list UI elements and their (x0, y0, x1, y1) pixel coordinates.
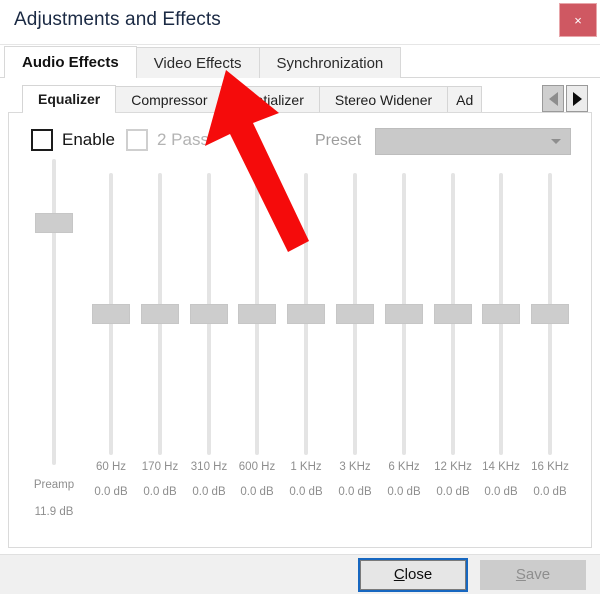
inner-tab-bar: Equalizer Compressor Spatializer Stereo Wid… (8, 84, 592, 113)
band-1-gain-label: 0.0 dB (143, 486, 177, 498)
band-5-gain-label: 0.0 dB (338, 486, 372, 498)
preamp-slider: Preamp 11.9 dB (23, 157, 85, 547)
band-6-slider: 6 KHz 0.0 dB (380, 157, 428, 547)
outer-tab-label: Video Effects (153, 54, 242, 72)
band-2-slider-thumb[interactable] (190, 304, 228, 324)
close-icon: × (574, 12, 582, 28)
inner-tab-label: Equalizer (38, 91, 101, 107)
adjustments-and-effects-dialog: Adjustments and Effects × Audio Effects V… (0, 0, 600, 594)
band-3-gain-label: 0.0 dB (240, 486, 274, 498)
two-pass-checkbox (126, 129, 148, 151)
outer-tab-synchronization[interactable]: Synchronization (258, 47, 402, 78)
save-button-label: Save (515, 566, 551, 583)
content-shell: Equalizer Compressor Spatializer Stereo Wid… (0, 78, 600, 554)
close-window-button[interactable]: × (559, 3, 597, 37)
preset-label: Preset (315, 132, 362, 149)
band-8-slider: 14 KHz 0.0 dB (477, 157, 525, 547)
close-button[interactable]: Close (358, 557, 468, 592)
band-4-gain-label: 0.0 dB (289, 486, 323, 498)
preamp-value-label: 11.9 dB (34, 506, 74, 518)
window-title: Adjustments and Effects (14, 9, 221, 30)
band-1-slider-thumb[interactable] (141, 304, 179, 324)
band-2-slider: 310 Hz 0.0 dB (185, 157, 233, 547)
enable-checkbox-row[interactable]: Enable (31, 129, 115, 151)
band-7-gain-label: 0.0 dB (436, 486, 470, 498)
band-2-freq-label: 310 Hz (190, 461, 228, 473)
band-0-slider-thumb[interactable] (92, 304, 130, 324)
outer-tab-video-effects[interactable]: Video Effects (135, 47, 260, 78)
inner-tab-label: Ad (456, 91, 474, 108)
band-4-freq-label: 1 KHz (290, 461, 322, 473)
inner-tab-label: Spatializer (238, 91, 304, 108)
band-3-slider: 600 Hz 0.0 dB (233, 157, 281, 547)
band-5-slider: 3 KHz 0.0 dB (331, 157, 379, 547)
save-button[interactable]: Save (480, 559, 586, 590)
band-9-gain-label: 0.0 dB (533, 486, 567, 498)
inner-tab-label: Compressor (131, 91, 208, 108)
band-7-slider-thumb[interactable] (434, 304, 472, 324)
band-0-slider: 60 Hz 0.0 dB (87, 157, 135, 547)
title-bar: Adjustments and Effects × (0, 0, 600, 45)
band-5-freq-label: 3 KHz (339, 461, 371, 473)
inner-tab-equalizer[interactable]: Equalizer (22, 85, 117, 113)
two-pass-checkbox-row: 2 Pass (126, 129, 209, 151)
band-1-slider: 170 Hz 0.0 dB (136, 157, 184, 547)
band-8-gain-label: 0.0 dB (484, 486, 518, 498)
band-8-slider-thumb[interactable] (482, 304, 520, 324)
band-6-gain-label: 0.0 dB (387, 486, 421, 498)
tab-scroll-right-button[interactable] (566, 85, 588, 112)
preset-dropdown (375, 128, 571, 155)
band-3-freq-label: 600 Hz (238, 461, 276, 473)
equalizer-sliders: Preamp 11.9 dB 60 Hz 0.0 dB 170 Hz 0.0 dB 310 … (9, 157, 591, 547)
enable-checkbox[interactable] (31, 129, 53, 151)
band-3-slider-thumb[interactable] (238, 304, 276, 324)
preamp-slider-thumb[interactable] (35, 213, 73, 234)
preamp-slider-track[interactable] (52, 159, 56, 465)
enable-label: Enable (62, 130, 115, 149)
tab-scroll-left-button[interactable] (542, 85, 564, 112)
chevron-left-icon (548, 91, 558, 106)
inner-tab-label: Stereo Widener (334, 91, 433, 108)
dialog-footer: Close Save (0, 554, 600, 594)
band-7-freq-label: 12 KHz (434, 461, 472, 473)
preamp-name-label: Preamp (33, 479, 75, 491)
equalizer-controls-row: Enable 2 Pass Preset (9, 127, 591, 157)
band-6-slider-thumb[interactable] (385, 304, 423, 324)
outer-tab-audio-effects[interactable]: Audio Effects (4, 46, 137, 79)
inner-tab-spatializer[interactable]: Spatializer (222, 86, 320, 112)
band-5-slider-thumb[interactable] (336, 304, 374, 324)
band-8-freq-label: 14 KHz (482, 461, 520, 473)
band-2-gain-label: 0.0 dB (192, 486, 226, 498)
close-button-label: Close (393, 566, 433, 583)
band-4-slider: 1 KHz 0.0 dB (282, 157, 330, 547)
band-1-freq-label: 170 Hz (141, 461, 179, 473)
inner-tab-stereo-widener[interactable]: Stereo Widener (318, 86, 449, 112)
outer-tab-label: Audio Effects (22, 54, 119, 71)
equalizer-panel: Enable 2 Pass Preset Preamp 11.9 dB 60 Hz 0… (8, 112, 592, 548)
two-pass-label: 2 Pass (157, 130, 209, 149)
band-0-freq-label: 60 Hz (95, 461, 127, 473)
band-9-slider: 16 KHz 0.0 dB (526, 157, 574, 547)
band-9-freq-label: 16 KHz (531, 461, 569, 473)
outer-tab-filler (400, 46, 600, 78)
band-6-freq-label: 6 KHz (388, 461, 420, 473)
band-7-slider: 12 KHz 0.0 dB (429, 157, 477, 547)
tab-scroll-buttons (540, 85, 588, 112)
band-0-gain-label: 0.0 dB (94, 486, 128, 498)
chevron-down-icon (551, 139, 561, 144)
chevron-right-icon (572, 91, 582, 106)
inner-tab-ad[interactable]: Ad (447, 86, 483, 112)
band-9-slider-thumb[interactable] (531, 304, 569, 324)
inner-tab-compressor[interactable]: Compressor (115, 86, 224, 112)
outer-tab-bar: Audio Effects Video Effects Synchronizatio… (0, 45, 600, 79)
outer-tab-label: Synchronization (276, 54, 384, 72)
band-4-slider-thumb[interactable] (287, 304, 325, 324)
